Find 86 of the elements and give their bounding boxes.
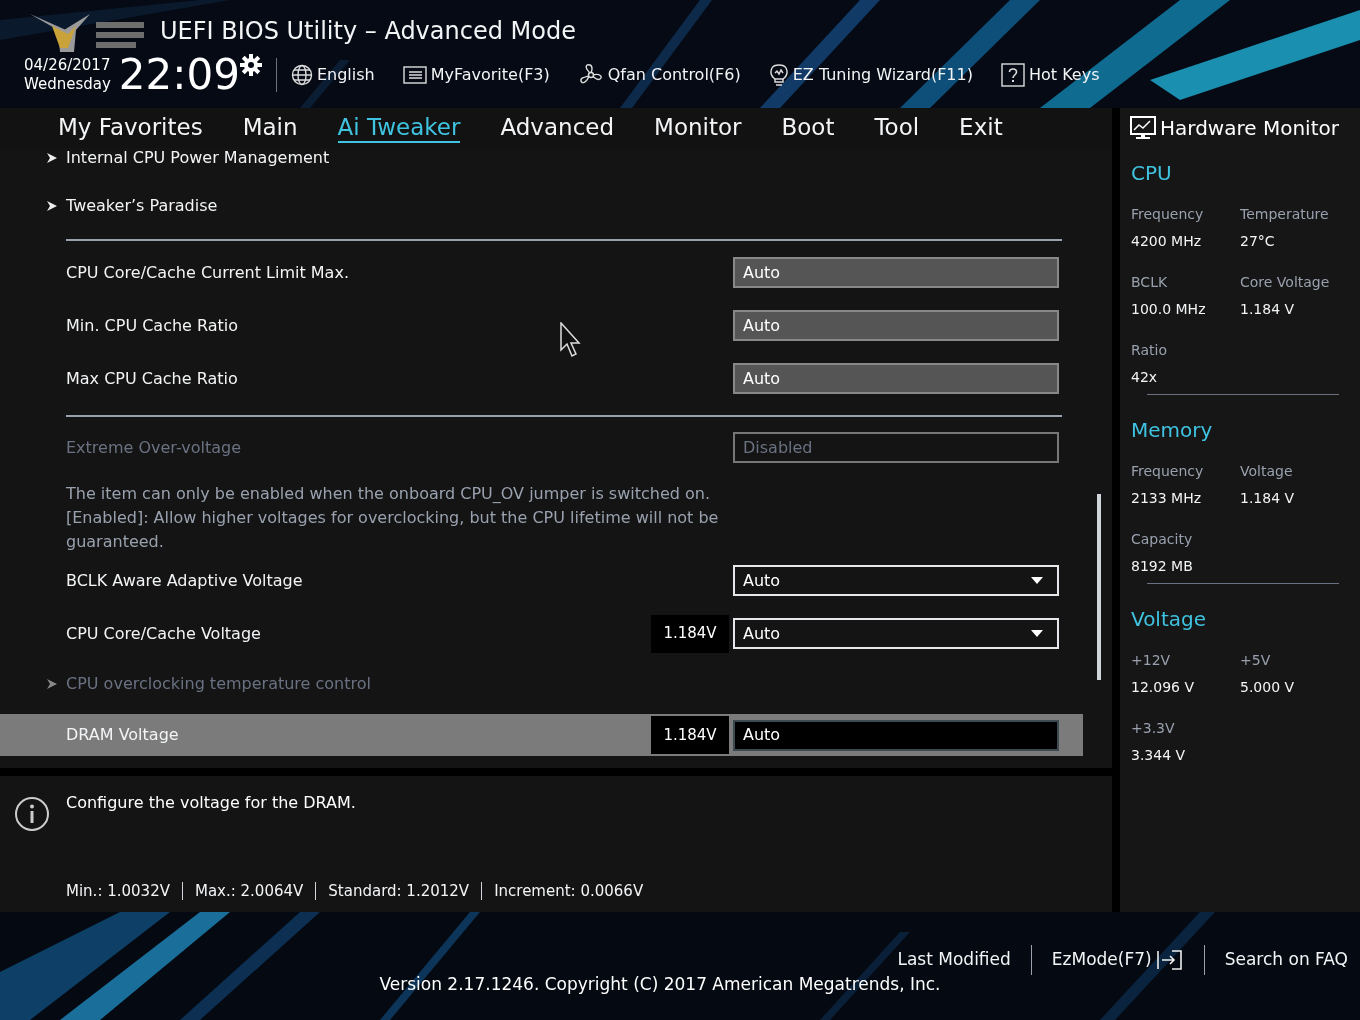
voltage-reading: 1.184V <box>651 716 729 754</box>
setting-label: Min. CPU Cache Ratio <box>66 314 239 337</box>
toolbar-button[interactable]: English <box>290 63 375 87</box>
lightbulb-icon <box>768 63 789 87</box>
setting-label: CPU Core/Cache Current Limit Max. <box>66 261 349 284</box>
menu-tab[interactable]: Tool <box>874 113 920 143</box>
stat-value: 100.0 MHz <box>1131 300 1207 319</box>
voltage-reading: 1.184V <box>651 614 729 653</box>
stat-value: 3.344 V <box>1131 746 1187 765</box>
list-icon <box>402 65 427 85</box>
stat-label: Voltage <box>1240 462 1294 481</box>
stat-label: Ratio <box>1131 341 1168 360</box>
spec-text: Max.: 2.0064V <box>194 881 304 902</box>
date-text: 04/26/2017 <box>24 56 111 75</box>
caret-icon <box>1031 630 1043 637</box>
stat-value: 2133 MHz <box>1131 489 1203 508</box>
arrow-icon <box>46 152 58 164</box>
description-text: The item can only be enabled when the onboard CPU_OV jumper is switched on. [Enabled]: Allow higher voltages for overclocking, but the CPU lifetime will not be guaranteed. <box>66 483 720 553</box>
spec-text: Standard: 1.2012V <box>328 881 470 902</box>
toolbar-button[interactable]: Qfan Control(F6) <box>577 63 741 87</box>
stat-label: Core Voltage <box>1240 273 1331 292</box>
submenu-link[interactable]: Internal CPU Power Management <box>66 148 330 170</box>
footer-link[interactable]: Last Modified <box>897 947 1011 973</box>
stat-value: 12.096 V <box>1131 678 1195 697</box>
submenu-link[interactable]: Tweaker’s Paradise <box>66 194 218 218</box>
stat-value: 27°C <box>1240 232 1276 251</box>
menu-tab[interactable]: Advanced <box>500 113 615 143</box>
stat-value: 4200 MHz <box>1131 232 1203 251</box>
mouse-pointer-icon <box>560 322 582 358</box>
arrow-icon <box>46 200 58 212</box>
input-field[interactable]: Auto <box>733 363 1059 394</box>
menu-tab[interactable]: Ai Tweaker <box>337 113 461 143</box>
stat-label: Temperature <box>1240 205 1330 224</box>
menu-tab[interactable]: Exit <box>959 113 1003 143</box>
toolbar-button[interactable]: MyFavorite(F3) <box>402 63 550 87</box>
input-field[interactable]: Auto <box>733 310 1059 341</box>
exit-icon <box>1155 949 1184 971</box>
stat-label: Capacity <box>1131 530 1194 549</box>
stat-value: 5.000 V <box>1240 678 1296 697</box>
section-title: Voltage <box>1131 606 1208 633</box>
setting-label: Max CPU Cache Ratio <box>66 367 238 390</box>
help-icon <box>1000 63 1025 87</box>
menu-tab[interactable]: Main <box>242 113 298 143</box>
caret-icon <box>1031 577 1043 584</box>
stat-label: BCLK <box>1131 273 1169 292</box>
dropdown[interactable]: Auto <box>733 565 1059 596</box>
spec-text: Increment: 0.0066V <box>494 881 644 902</box>
setting-label: DRAM Voltage <box>66 724 179 746</box>
setting-label: CPU Core/Cache Voltage <box>66 622 261 645</box>
info-icon <box>14 796 50 832</box>
toolbar-button[interactable]: EZ Tuning Wizard(F11) <box>768 63 973 87</box>
spec-text: Min.: 1.0032V <box>66 881 170 902</box>
arrow-icon <box>46 678 58 690</box>
stat-label: +12V <box>1131 651 1172 670</box>
dropdown[interactable]: Auto <box>733 618 1059 649</box>
toolbar-button[interactable]: Hot Keys <box>1000 63 1100 87</box>
stat-value: 8192 MB <box>1131 557 1194 576</box>
day-text: Wednesday <box>24 75 111 94</box>
footer-link[interactable]: Search on FAQ <box>1224 947 1348 973</box>
menu-tab[interactable]: Boot <box>781 113 835 143</box>
globe-icon <box>290 64 313 86</box>
panel-title: Hardware Monitor <box>1160 115 1339 142</box>
stat-value: 42x <box>1131 368 1159 387</box>
settings-icon[interactable] <box>239 54 262 76</box>
menu-tab[interactable]: Monitor <box>654 113 742 143</box>
stat-label: Frequency <box>1131 462 1205 481</box>
input-field[interactable]: Auto <box>733 719 1059 751</box>
clock-time: 22:09 <box>118 52 240 98</box>
footer-link[interactable]: EzMode(F7) <box>1051 947 1184 973</box>
stat-value: 1.184 V <box>1240 489 1296 508</box>
setting-label: Extreme Over-voltage <box>66 436 242 459</box>
scrollbar[interactable] <box>1097 494 1101 680</box>
setting-label: BCLK Aware Adaptive Voltage <box>66 569 303 592</box>
section-title: Memory <box>1131 417 1214 444</box>
menu-tab[interactable]: My Favorites <box>58 113 203 143</box>
window-title: UEFI BIOS Utility – Advanced Mode <box>160 16 576 47</box>
version-text: Version 2.17.1246. Copyright (C) 2017 American Megatrends, Inc. <box>379 973 941 996</box>
stat-value: 1.184 V <box>1240 300 1296 319</box>
monitor-icon <box>1130 115 1156 141</box>
stat-label: +5V <box>1240 651 1272 670</box>
help-text: Configure the voltage for the DRAM. <box>66 792 356 814</box>
input-field[interactable]: Auto <box>733 257 1059 288</box>
stat-label: Frequency <box>1131 205 1205 224</box>
section-title: CPU <box>1131 160 1173 187</box>
stat-label: +3.3V <box>1131 719 1176 738</box>
selected-row[interactable]: DRAM Voltage 1.184V Auto <box>0 714 1083 756</box>
